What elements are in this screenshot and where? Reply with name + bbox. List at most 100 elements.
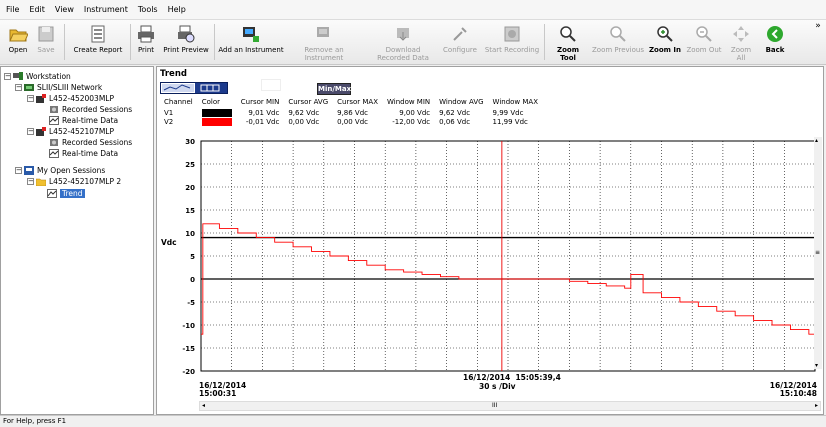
scroll-right-arrow[interactable]: ▸ xyxy=(815,402,818,409)
channel-table-header: Channel Color Cursor MIN Cursor AVG Curs… xyxy=(164,98,538,106)
menu-bar: File Edit View Instrument Tools Help xyxy=(0,0,826,20)
save-button[interactable]: Save xyxy=(34,22,58,62)
zoom-in-icon xyxy=(657,26,673,42)
menu-edit[interactable]: Edit xyxy=(23,5,49,14)
tree-recorded-sessions-2[interactable]: Recorded Sessions xyxy=(49,137,132,148)
sessions-icon xyxy=(24,166,34,175)
tree-recorded-sessions-1[interactable]: Recorded Sessions xyxy=(49,104,132,115)
zoom-out-button[interactable]: Zoom Out xyxy=(686,22,722,62)
horizontal-scrollbar[interactable]: ◂ III ▸ xyxy=(199,401,821,411)
trend-panel: Trend Min/Max Channel Color Cursor MIN C… xyxy=(156,66,824,415)
status-bar: For Help, press F1 xyxy=(0,415,826,427)
scroll-grip-vertical[interactable]: ≡ xyxy=(815,249,820,256)
remove-instrument-icon xyxy=(317,27,329,37)
minmax-button[interactable]: Min/Max xyxy=(317,83,351,95)
recorded-sessions-icon xyxy=(50,106,58,113)
zoom-in-button[interactable]: Zoom In xyxy=(648,22,682,62)
wrench-icon xyxy=(453,27,467,41)
tree-workstation[interactable]: − Workstation xyxy=(4,71,71,82)
channel-color-swatch[interactable] xyxy=(201,117,232,126)
save-icon xyxy=(38,26,54,42)
print-preview-icon xyxy=(178,25,195,43)
print-button[interactable]: Print xyxy=(134,22,158,62)
y-tick-label: 20 xyxy=(185,184,195,192)
view-mode-tabs xyxy=(160,82,228,94)
trend-placeholder-box xyxy=(261,79,281,91)
zoom-previous-icon xyxy=(610,26,626,42)
graph-view-tab[interactable] xyxy=(161,83,195,93)
toolbar-separator xyxy=(544,24,545,60)
timebase-label: 30 s /Div xyxy=(479,382,516,391)
trend-title: Trend xyxy=(160,69,187,79)
end-time-label: 15:10:48 xyxy=(779,389,817,398)
y-tick-label: 10 xyxy=(185,230,195,238)
table-view-tab[interactable] xyxy=(195,83,227,93)
open-button[interactable]: Open xyxy=(4,22,32,62)
menu-help[interactable]: Help xyxy=(162,5,190,14)
back-button[interactable]: Back xyxy=(760,22,790,62)
instrument-icon xyxy=(36,127,46,136)
tree-trend[interactable]: Trend xyxy=(47,188,85,199)
collapse-icon[interactable]: − xyxy=(27,95,34,102)
toolbar-overflow-button[interactable]: » xyxy=(812,22,824,62)
back-arrow-icon xyxy=(767,26,783,42)
menu-tools[interactable]: Tools xyxy=(132,5,162,14)
channel-color-swatch[interactable] xyxy=(201,108,232,117)
magnifier-icon xyxy=(560,26,576,42)
scroll-left-arrow[interactable]: ◂ xyxy=(202,402,205,409)
report-icon xyxy=(91,25,105,43)
collapse-icon[interactable]: − xyxy=(15,84,22,91)
start-time-label: 15:00:31 xyxy=(199,389,237,398)
print-preview-button[interactable]: Print Preview xyxy=(162,22,210,62)
start-recording-button[interactable]: Start Recording xyxy=(484,22,540,62)
zoom-previous-button[interactable]: Zoom Previous xyxy=(592,22,644,62)
printer-icon xyxy=(138,25,154,43)
collapse-icon[interactable]: − xyxy=(4,73,11,80)
table-row[interactable]: V1 9,01 Vdc 9,62 Vdc 9,86 Vdc 9,00 Vdc 9… xyxy=(161,108,544,117)
y-tick-label: 30 xyxy=(185,138,195,146)
table-icon xyxy=(200,84,220,92)
scroll-grip[interactable]: III xyxy=(492,402,497,409)
cursor-time-label: 16/12/2014 15:05:39,4 xyxy=(463,373,561,382)
realtime-data-icon xyxy=(49,116,59,125)
graph-icon xyxy=(163,84,191,91)
tree-instrument-1[interactable]: − L452-452003MLP xyxy=(27,93,114,104)
remove-instrument-button[interactable]: Remove an Instrument xyxy=(288,22,360,62)
menu-view[interactable]: View xyxy=(49,5,78,14)
menu-file[interactable]: File xyxy=(0,5,23,14)
tree-realtime-data-1[interactable]: Real-time Data xyxy=(49,115,118,126)
tree-session[interactable]: − L452-452107MLP 2 xyxy=(27,176,121,187)
configure-button[interactable]: Configure xyxy=(442,22,478,62)
tree-network[interactable]: − SLII/SLIII Network xyxy=(15,82,102,93)
trend-icon xyxy=(47,189,57,198)
y-tick-label: -20 xyxy=(182,368,195,376)
y-axis-label: Vdc xyxy=(161,238,177,247)
scroll-up-arrow[interactable]: ▴ xyxy=(815,137,818,144)
tree-realtime-data-2[interactable]: Real-time Data xyxy=(49,148,118,159)
collapse-icon[interactable]: − xyxy=(27,128,34,135)
collapse-icon[interactable]: − xyxy=(27,178,34,185)
create-report-button[interactable]: Create Report xyxy=(72,22,124,62)
add-instrument-button[interactable]: Add an Instrument xyxy=(218,22,284,62)
menu-instrument[interactable]: Instrument xyxy=(78,5,132,14)
vertical-scrollbar[interactable]: ▴ ≡ ▾ xyxy=(814,137,822,369)
scroll-down-arrow[interactable]: ▾ xyxy=(815,362,818,369)
zoom-tool-button[interactable]: Zoom Tool xyxy=(548,22,588,62)
zoom-all-button[interactable]: Zoom All xyxy=(726,22,756,62)
toolbar-separator xyxy=(130,24,131,60)
download-recorded-data-button[interactable]: Download Recorded Data xyxy=(368,22,438,62)
y-tick-label: 15 xyxy=(185,207,195,215)
table-row[interactable]: V2 -0,01 Vdc 0,00 Vdc 0,00 Vdc -12,00 Vd… xyxy=(161,117,544,126)
channel-table: Channel Color Cursor MIN Cursor AVG Curs… xyxy=(161,96,544,126)
navigation-tree: − Workstation − SLII/SLIII Network − L45… xyxy=(0,66,154,415)
network-icon xyxy=(24,84,34,91)
collapse-icon[interactable]: − xyxy=(15,167,22,174)
record-icon xyxy=(504,26,520,42)
workstation-icon xyxy=(13,72,23,80)
y-tick-label: -15 xyxy=(182,345,195,353)
tree-open-sessions[interactable]: − My Open Sessions xyxy=(15,165,105,176)
folder-icon xyxy=(36,178,46,186)
y-tick-label: -5 xyxy=(187,299,195,307)
toolbar: Open Save Create Report Print Print Prev… xyxy=(0,20,826,65)
tree-instrument-2[interactable]: − L452-452107MLP xyxy=(27,126,114,137)
